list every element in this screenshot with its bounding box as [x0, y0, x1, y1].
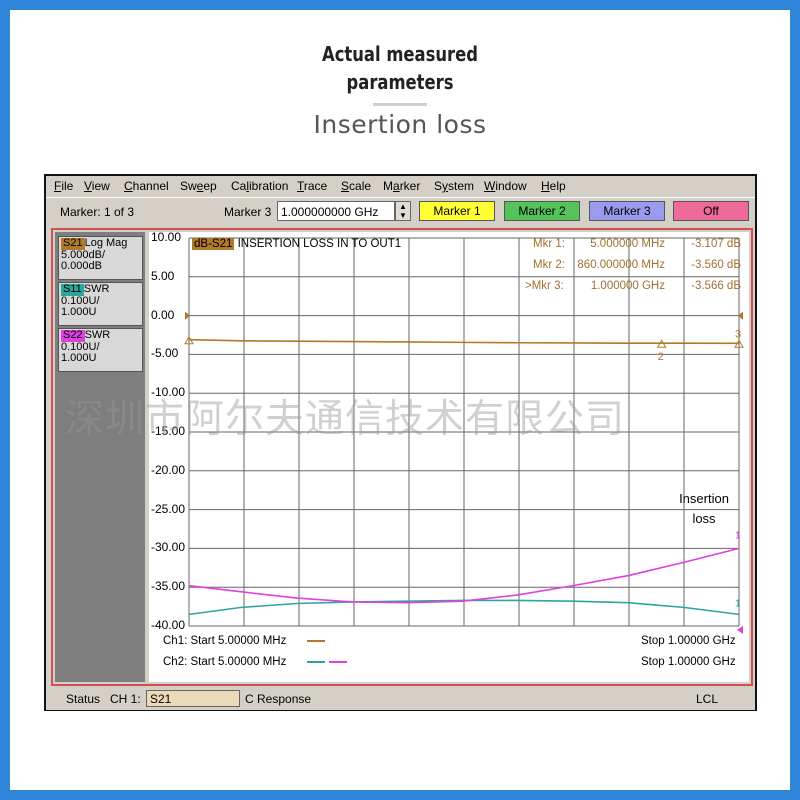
y-tick-label: -40.00 [151, 618, 186, 632]
menu-calibration[interactable]: Calibration [231, 179, 288, 193]
y-tick-label: -5.00 [151, 346, 179, 361]
marker-3-button[interactable]: Marker 3 [589, 201, 665, 221]
status-response: C Response [245, 692, 312, 706]
plot-trace-tag: dB-S21 [192, 238, 235, 250]
toolbar: Marker: 1 of 3 Marker 3 1.000000000 GHz … [46, 197, 755, 225]
y-tick-label: 0.00 [151, 307, 175, 322]
plot-area[interactable]: 2 3 1 1 dB-S21 INSERTION LOSS IN TO OUT1 Mk… [149, 230, 749, 682]
y-tick-label: -35.00 [151, 579, 186, 594]
menu-help[interactable]: Help [541, 179, 566, 193]
marker-3-frequency: 1.000000 GHz [590, 280, 665, 292]
trace-format: SWR [84, 329, 111, 341]
trace-reference: 1.000U [61, 306, 97, 318]
marker-1-button[interactable]: Marker 1 [419, 201, 495, 221]
reference-arrow-s22 [737, 625, 743, 634]
marker-2-tag: 2 [658, 351, 664, 363]
menu-file[interactable]: File [54, 179, 73, 193]
annotation-line1: Insertion [679, 491, 729, 506]
page-subtitle: Insertion loss [313, 110, 487, 139]
status-channel: CH 1: [110, 692, 141, 706]
annotation-line2: loss [692, 511, 716, 526]
menu-trace[interactable]: Trace [297, 179, 327, 193]
menu-window[interactable]: Window [484, 179, 527, 193]
menu-channel[interactable]: Channel [124, 179, 169, 193]
menu-bar: File View Channel Sweep Calibration Trace Scal… [46, 176, 755, 196]
y-tick-label: 10.00 [151, 230, 182, 244]
spin-down-icon[interactable]: ▼ [396, 211, 410, 220]
trace-format: SWR [83, 283, 110, 295]
marker-1-label: Mkr 1: [533, 238, 565, 250]
marker-1-tag-s11: 1 [735, 598, 741, 609]
marker-count: Marker: 1 of 3 [60, 205, 135, 219]
marker-2-value: -3.560 dB [691, 259, 741, 271]
plot-trace-tag-wrap: dB-S21 INSERTION LOSS IN TO OUT1 [192, 238, 401, 250]
ch1-start-text: Ch1: Start 5.00000 MHz [163, 635, 287, 647]
measurement-frame: S21 Log Mag 5.000dB/0.000dB S11 SWR 0.100U/1.… [51, 228, 753, 686]
spin-up-icon[interactable]: ▲ [396, 202, 410, 211]
status-bar: Status CH 1: S21 C Response LCL [46, 688, 755, 710]
y-tick-label: -10.00 [151, 385, 186, 400]
ch1-stop-label: Stop 1.00000 GHz [641, 635, 736, 647]
vna-window: File View Channel Sweep Calibration Trace Scal… [44, 174, 757, 711]
ch2-start-label: Ch2: Start 5.00000 MHz [163, 656, 286, 668]
menu-marker[interactable]: Marker [383, 179, 420, 193]
ch2-start-text: Ch2: Start 5.00000 MHz [163, 656, 287, 668]
status-label: Status [66, 692, 101, 706]
trace-tag: S21 [61, 237, 85, 250]
y-tick-label: -25.00 [151, 501, 186, 516]
marker-2-frequency: 860.000000 MHz [577, 259, 665, 271]
trace-panel: S21 Log Mag 5.000dB/0.000dB S11 SWR 0.100U/1.… [55, 232, 145, 682]
plot-trace-title: INSERTION LOSS IN TO OUT1 [237, 238, 402, 250]
y-tick-label: -15.00 [151, 424, 186, 438]
status-parameter-field[interactable]: S21 [146, 690, 240, 707]
menu-view[interactable]: View [84, 179, 110, 193]
marker-2-label: Mkr 2: [533, 259, 565, 271]
chart-svg: 2 3 1 1 [184, 237, 744, 663]
trace-reference: 0.000dB [61, 260, 102, 272]
trace-box-s21[interactable]: S21 Log Mag 5.000dB/0.000dB [58, 236, 143, 280]
trace-format: Log Mag [84, 237, 128, 249]
marker-3-value: -3.566 dB [691, 280, 741, 292]
ch2-stop-label: Stop 1.00000 GHz [641, 656, 736, 668]
y-tick-label: -20.00 [151, 462, 186, 477]
marker-frequency-spinner[interactable]: ▲ ▼ [395, 201, 411, 221]
marker-3-label: >Mkr 3: [525, 280, 564, 292]
title-divider [373, 103, 427, 106]
trace-box-s11[interactable]: S11 SWR 0.100U/1.000U [58, 282, 143, 326]
marker-frequency-input[interactable]: 1.000000000 GHz [277, 201, 395, 221]
y-tick-label: -30.00 [151, 540, 186, 555]
marker-3-tag: 3 [735, 328, 741, 340]
marker-select-label: Marker 3 [224, 205, 272, 219]
page-title-line1: Actual measured [321, 42, 478, 66]
menu-sweep[interactable]: Sweep [180, 179, 217, 193]
trace-reference: 1.000U [61, 352, 97, 364]
status-lcl: LCL [696, 692, 719, 706]
trace-tag: S22 [61, 329, 85, 342]
marker-1-tag-s22: 1 [735, 530, 741, 541]
menu-system[interactable]: System [434, 179, 474, 193]
menu-scale[interactable]: Scale [341, 179, 371, 193]
marker-1-value: -3.107 dB [691, 238, 741, 250]
page-title-line2: parameters [346, 70, 454, 94]
marker-1-frequency: 5.000000 MHz [590, 238, 665, 250]
y-tick-label: 5.00 [151, 268, 175, 283]
trace-box-s22[interactable]: S22 SWR 0.100U/1.000U [58, 328, 143, 372]
marker-2-button[interactable]: Marker 2 [504, 201, 580, 221]
trace-tag: S11 [61, 283, 84, 296]
marker-off-button[interactable]: Off [673, 201, 749, 221]
ch1-start-label: Ch1: Start 5.00000 MHz [163, 635, 286, 647]
